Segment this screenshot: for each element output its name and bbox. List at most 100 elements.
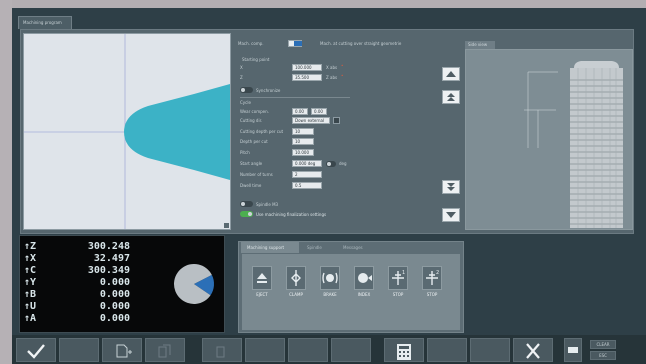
stop-2-label: STOP	[426, 292, 438, 297]
checkmark-icon	[27, 344, 45, 359]
scroll-down-button[interactable]	[442, 208, 460, 222]
synchronize-label: Synchronize	[256, 88, 281, 93]
z-input[interactable]: 35.500	[292, 74, 322, 81]
stop-1-icon: 1	[388, 266, 408, 290]
angle-input[interactable]: 0.000 deg	[292, 160, 322, 167]
axis-name: ↑Y	[24, 277, 37, 288]
paste-document-icon	[216, 346, 225, 358]
x-input[interactable]: 100.000	[292, 64, 322, 71]
copy-document-icon	[158, 344, 171, 358]
tool-buttons: EJECT CLAMP BRAKE INDEX 1 STOP 2 STOP	[242, 254, 460, 330]
axis-value: 0.000	[99, 301, 130, 312]
dwell-label: Dwell time	[240, 183, 262, 188]
softkey-6[interactable]	[245, 338, 285, 362]
svg-text:2: 2	[436, 270, 439, 276]
scroll-top-button[interactable]	[442, 90, 460, 104]
clear-button[interactable]: CLEAR	[590, 340, 616, 349]
index-button[interactable]: INDEX	[350, 266, 378, 312]
scroll-up-button[interactable]	[442, 67, 460, 81]
double-arrow-up-icon	[447, 93, 455, 101]
stop-1-button[interactable]: 1 STOP	[384, 266, 412, 312]
axis-name: ↑C	[24, 265, 37, 276]
z-warning-icon: •	[341, 73, 344, 78]
mach-straight-label: Mach. at cutting over straight geometrie	[320, 41, 402, 46]
tab-side-view[interactable]: Side view	[465, 41, 495, 49]
copy-document-button[interactable]	[145, 338, 185, 362]
section-divider	[240, 97, 350, 98]
brake-button[interactable]: BRAKE	[316, 266, 344, 312]
position-display: ↑Z 300.248 ↑X 32.497 ↑C 300.349 ↑Y 0.000…	[19, 235, 225, 333]
contour-preview	[24, 34, 230, 229]
cut-input[interactable]: 10	[292, 128, 314, 135]
wear-input-1[interactable]: 0.00	[292, 108, 308, 115]
accept-button[interactable]	[16, 338, 56, 362]
depth-input[interactable]: 10	[292, 138, 314, 145]
tab-machining-program[interactable]: Machining program	[18, 16, 72, 29]
softkey-10[interactable]	[427, 338, 467, 362]
side-view-drawing	[524, 61, 623, 228]
paste-document-button[interactable]	[202, 338, 242, 362]
device-bezel-left	[0, 0, 12, 364]
softkey-7[interactable]	[288, 338, 328, 362]
x-warning-icon: •	[341, 63, 344, 68]
axis-value: 32.497	[93, 253, 130, 264]
resize-handle-icon[interactable]	[224, 223, 229, 228]
axis-name: ↑X	[24, 253, 37, 264]
close-icon	[526, 343, 540, 359]
angle-unit: deg	[339, 161, 347, 166]
pitch-label: Pitch	[240, 150, 250, 155]
z-unit: Z abs	[326, 75, 338, 80]
eject-button[interactable]: EJECT	[248, 266, 276, 312]
axis-name: ↑Z	[24, 241, 37, 252]
side-view-panel	[465, 49, 633, 230]
clamp-button[interactable]: CLAMP	[282, 266, 310, 312]
tab-messages[interactable]: Messages	[337, 242, 371, 253]
finalization-toggle[interactable]	[240, 211, 253, 217]
axis-value: 0.000	[99, 313, 130, 324]
softkey-8[interactable]	[331, 338, 371, 362]
starting-point-label: Starting point	[242, 57, 270, 62]
direction-select[interactable]: Down external	[292, 117, 330, 124]
dwell-input[interactable]: 0.5	[292, 182, 322, 189]
wear-input-2[interactable]: 0.00	[311, 108, 327, 115]
cycle-group-label: Cycle	[240, 100, 251, 105]
arrow-up-icon	[446, 71, 456, 77]
eject-icon	[252, 266, 272, 290]
direction-edit-icon[interactable]	[333, 117, 340, 124]
stop-2-icon: 2	[422, 266, 442, 290]
pitch-input[interactable]: 10.000	[292, 149, 314, 156]
synchronize-toggle[interactable]	[240, 87, 253, 93]
new-document-button[interactable]	[102, 338, 142, 362]
workpiece-graphic	[23, 33, 231, 230]
softkey-2[interactable]	[59, 338, 99, 362]
softkey-bar: CLEAR ESC	[12, 335, 646, 364]
clamp-icon	[286, 266, 306, 290]
keyboard-icon	[568, 347, 578, 353]
workpiece-contour	[124, 84, 230, 180]
tab-spindle[interactable]: Spindle	[301, 242, 335, 253]
angle-label: Start angle	[240, 161, 263, 166]
x-unit: X abs	[326, 65, 338, 70]
cancel-button[interactable]	[513, 338, 553, 362]
spindle-toggle-label: Spindle M3	[256, 202, 279, 207]
esc-button[interactable]: ESC	[590, 351, 616, 360]
calculator-button[interactable]	[384, 338, 424, 362]
scroll-bottom-button[interactable]	[442, 180, 460, 194]
keyboard-button[interactable]	[564, 338, 582, 362]
tab-machining-support[interactable]: Machining support	[241, 242, 299, 253]
cycle-dialog: Mach. comp. Mach. at cutting over straig…	[20, 29, 634, 234]
z-label: Z	[240, 75, 243, 80]
angle-toggle[interactable]	[326, 161, 336, 167]
hmi-screen: Machining program Mach. comp. Mach. at c…	[12, 8, 646, 364]
cut-label: Cutting depth per cut	[240, 129, 284, 134]
scroll-controls	[442, 33, 460, 230]
turns-label: Number of turns	[240, 172, 273, 177]
axis-value: 0.000	[99, 277, 130, 288]
axis-name: ↑A	[24, 313, 37, 324]
softkey-11[interactable]	[470, 338, 510, 362]
stop-2-button[interactable]: 2 STOP	[418, 266, 446, 312]
spindle-toggle[interactable]	[240, 201, 253, 207]
x-label: X	[240, 65, 243, 70]
brake-icon	[320, 266, 340, 290]
turns-input[interactable]: 2	[292, 171, 322, 178]
